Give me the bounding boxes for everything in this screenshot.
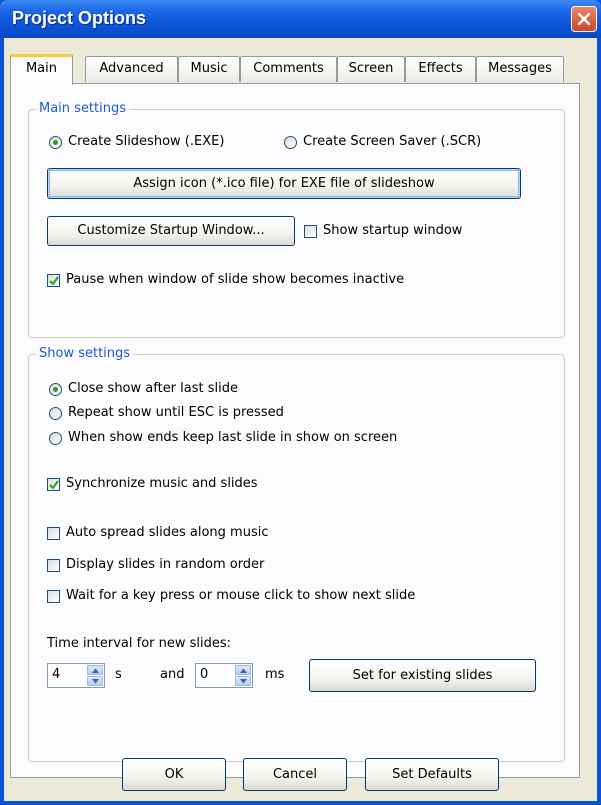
keep-last-slide-label[interactable]: When show ends keep last slide in show o… xyxy=(68,430,397,445)
show-settings-title: Show settings xyxy=(36,346,134,361)
tab-effects[interactable]: Effects xyxy=(405,56,476,82)
keep-last-slide-radio[interactable] xyxy=(49,432,62,445)
arrow-down-icon xyxy=(240,679,247,684)
show-startup-label[interactable]: Show startup window xyxy=(323,223,462,238)
create-exe-radio[interactable] xyxy=(49,136,62,149)
dialog-client: Main Advanced Music Comments Screen Effe… xyxy=(4,38,597,801)
pause-inactive-label[interactable]: Pause when window of slide show becomes … xyxy=(66,272,404,287)
arrow-up-icon xyxy=(92,668,99,673)
interval-label: Time interval for new slides: xyxy=(47,636,232,651)
sync-music-checkbox[interactable] xyxy=(47,478,60,491)
tab-music[interactable]: Music xyxy=(178,56,240,82)
cancel-button[interactable]: Cancel xyxy=(243,758,347,791)
dialog-window: Project Options Main Advanced Music Comm… xyxy=(0,0,601,805)
wait-key-checkbox[interactable] xyxy=(47,590,60,603)
auto-spread-label[interactable]: Auto spread slides along music xyxy=(66,525,269,540)
sync-music-label[interactable]: Synchronize music and slides xyxy=(66,476,258,491)
and-label: and xyxy=(160,667,185,682)
show-startup-checkbox[interactable] xyxy=(304,225,317,238)
arrow-down-icon xyxy=(92,679,99,684)
seconds-down-button[interactable] xyxy=(87,676,103,686)
tab-advanced[interactable]: Advanced xyxy=(85,56,178,82)
window-title: Project Options xyxy=(12,8,147,28)
repeat-show-label[interactable]: Repeat show until ESC is pressed xyxy=(68,405,284,420)
tab-messages[interactable]: Messages xyxy=(476,56,564,82)
create-exe-label[interactable]: Create Slideshow (.EXE) xyxy=(68,134,224,149)
milliseconds-down-button[interactable] xyxy=(235,676,251,686)
title-bar[interactable]: Project Options xyxy=(0,0,601,38)
create-scr-label[interactable]: Create Screen Saver (.SCR) xyxy=(303,134,481,149)
seconds-spinner[interactable]: 4 xyxy=(47,663,105,688)
milliseconds-spin-arrows[interactable] xyxy=(235,665,251,686)
tab-main[interactable]: Main xyxy=(10,54,73,85)
ok-button[interactable]: OK xyxy=(122,758,226,791)
close-icon xyxy=(577,12,591,26)
tab-panel-main: Main settings Create Slideshow (.EXE) Cr… xyxy=(10,83,580,778)
pause-inactive-checkbox[interactable] xyxy=(47,274,60,287)
random-order-label[interactable]: Display slides in random order xyxy=(66,557,264,572)
set-defaults-button[interactable]: Set Defaults xyxy=(365,758,499,791)
seconds-unit: s xyxy=(115,667,122,682)
set-existing-slides-button[interactable]: Set for existing slides xyxy=(309,659,536,692)
wait-key-label[interactable]: Wait for a key press or mouse click to s… xyxy=(66,588,415,603)
checkmark-icon xyxy=(49,276,59,286)
close-after-last-label[interactable]: Close show after last slide xyxy=(68,381,238,396)
auto-spread-checkbox[interactable] xyxy=(47,527,60,540)
main-settings-group: Main settings Create Slideshow (.EXE) Cr… xyxy=(28,101,565,338)
milliseconds-value[interactable]: 0 xyxy=(200,667,208,682)
milliseconds-spinner[interactable]: 0 xyxy=(195,663,253,688)
seconds-spin-arrows[interactable] xyxy=(87,665,103,686)
random-order-checkbox[interactable] xyxy=(47,559,60,572)
seconds-value[interactable]: 4 xyxy=(52,667,60,682)
milliseconds-unit: ms xyxy=(265,667,285,682)
close-after-last-radio[interactable] xyxy=(49,383,62,396)
assign-icon-button[interactable]: Assign icon (*.ico file) for EXE file of… xyxy=(47,168,521,199)
seconds-up-button[interactable] xyxy=(87,665,103,675)
repeat-show-radio[interactable] xyxy=(49,407,62,420)
customize-startup-button[interactable]: Customize Startup Window... xyxy=(47,216,295,246)
tab-comments[interactable]: Comments xyxy=(240,56,337,82)
tab-screen[interactable]: Screen xyxy=(337,56,405,82)
arrow-up-icon xyxy=(240,668,247,673)
close-button[interactable] xyxy=(571,6,597,32)
milliseconds-up-button[interactable] xyxy=(235,665,251,675)
main-settings-title: Main settings xyxy=(36,101,130,116)
create-scr-radio[interactable] xyxy=(284,136,297,149)
checkmark-icon xyxy=(49,480,59,490)
show-settings-group: Show settings Close show after last slid… xyxy=(28,346,565,762)
